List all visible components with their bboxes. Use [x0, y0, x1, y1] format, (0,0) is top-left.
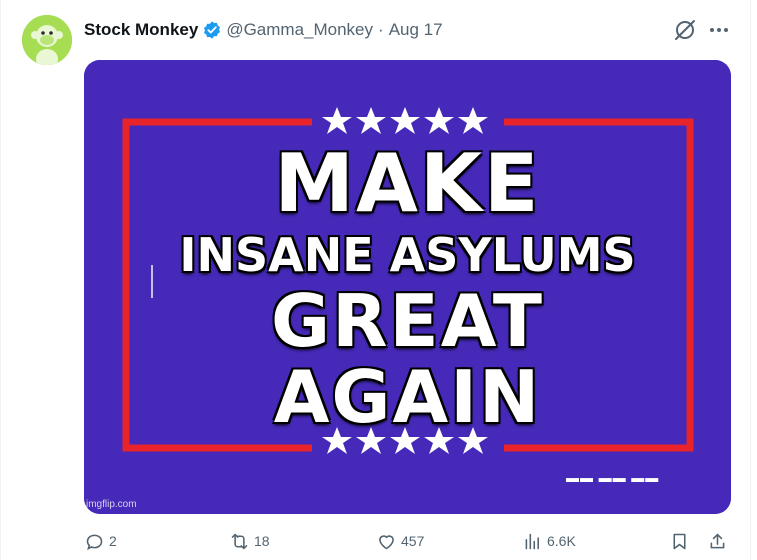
repost-button[interactable]: 18: [229, 528, 270, 554]
reply-count: 2: [109, 533, 117, 549]
avatar[interactable]: [22, 15, 72, 65]
tweet-date[interactable]: Aug 17: [389, 20, 443, 40]
frame-divider-left: [0, 0, 1, 560]
repost-count: 18: [254, 533, 270, 549]
display-name[interactable]: Stock Monkey: [84, 20, 198, 40]
repost-icon: [231, 533, 248, 549]
sign-line-insane-asylums: INSANE ASYLUMS: [179, 228, 636, 282]
views-button[interactable]: 6.6K: [522, 528, 576, 554]
imgflip-watermark: imgflip.com: [86, 499, 137, 510]
like-icon: [379, 534, 394, 549]
tweet-header: Stock Monkey @Gamma_Monkey · Aug 17: [84, 17, 443, 43]
tweet-media-image[interactable]: MAKE INSANE ASYLUMS GREAT AGAIN ▬▬ ▬▬ ▬▬…: [84, 60, 731, 514]
sign-line-make: MAKE: [274, 137, 541, 230]
tweet-action-bar: 2 18 457 6.6K: [84, 528, 734, 554]
bookmark-button[interactable]: [669, 528, 690, 554]
like-button[interactable]: 457: [376, 528, 424, 554]
separator-dot: ·: [378, 20, 384, 39]
reply-icon: [86, 534, 103, 550]
views-count: 6.6K: [547, 533, 576, 549]
user-handle[interactable]: @Gamma_Monkey: [226, 20, 373, 40]
reply-button[interactable]: 2: [84, 528, 117, 554]
grok-icon[interactable]: [672, 17, 698, 43]
scribble-mark: ▬▬ ▬▬ ▬▬: [566, 470, 660, 485]
share-icon: [710, 533, 725, 548]
bookmark-icon: [673, 533, 686, 549]
share-button[interactable]: [707, 528, 728, 554]
verified-badge-icon[interactable]: [202, 20, 222, 40]
like-count: 457: [401, 533, 425, 549]
sign-line-again: AGAIN: [273, 355, 542, 439]
frame-divider-right: [750, 0, 751, 560]
sign-line-great: GREAT: [271, 279, 544, 363]
views-icon: [525, 533, 539, 549]
monkey-avatar-image: [22, 15, 72, 65]
more-icon[interactable]: [706, 17, 732, 43]
